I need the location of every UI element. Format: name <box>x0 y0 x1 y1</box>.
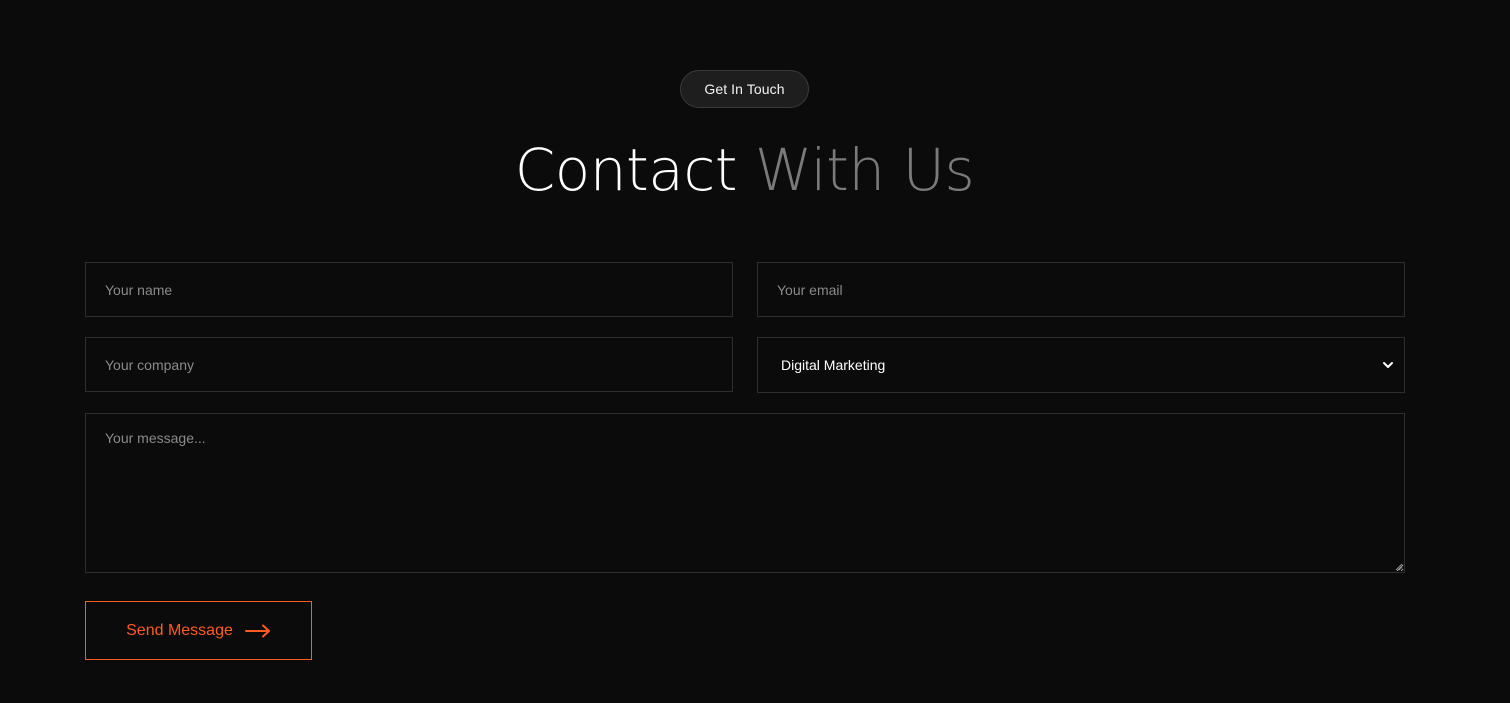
send-message-button[interactable]: Send Message <box>85 601 312 660</box>
chevron-down-icon <box>1383 362 1393 368</box>
name-input[interactable] <box>85 262 733 317</box>
email-input[interactable] <box>757 262 1405 317</box>
service-select[interactable]: Digital Marketing <box>757 337 1405 393</box>
contact-section: Get In Touch Contact With Us Digital Mar… <box>0 0 1510 703</box>
company-input[interactable] <box>85 337 733 392</box>
page-title: Contact With Us <box>0 136 1489 204</box>
service-select-value: Digital Marketing <box>781 357 886 373</box>
arrow-right-icon <box>244 624 270 637</box>
title-secondary: With Us <box>754 136 975 204</box>
send-message-label: Send Message <box>126 621 233 639</box>
get-in-touch-badge: Get In Touch <box>680 70 809 108</box>
resize-grip-icon[interactable] <box>1394 562 1403 571</box>
title-primary: Contact <box>514 136 738 204</box>
message-textarea[interactable] <box>85 413 1405 573</box>
